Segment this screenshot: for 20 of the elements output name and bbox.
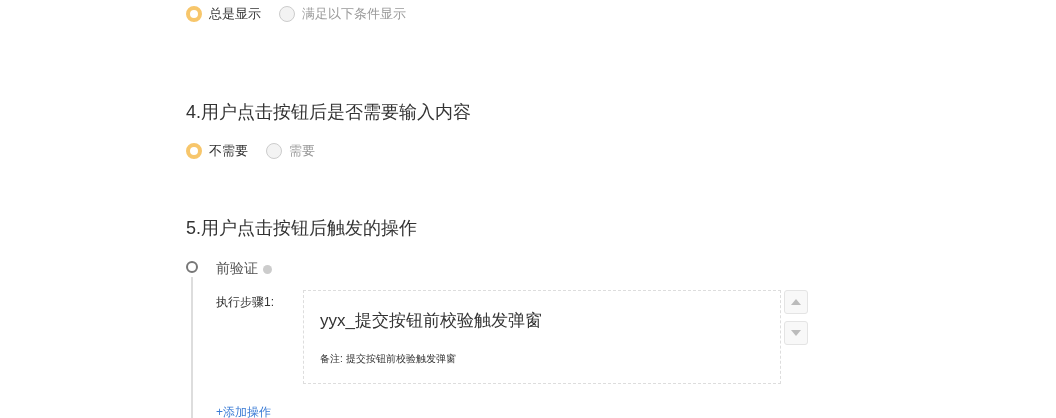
section-heading: 4.用户点击按钮后是否需要输入内容 xyxy=(186,102,471,122)
radio-icon[interactable] xyxy=(266,143,282,159)
timeline-node-icon xyxy=(186,261,198,273)
add-action-link[interactable]: +添加操作 xyxy=(216,404,271,418)
help-icon[interactable] xyxy=(263,264,272,274)
radio-option[interactable]: 总是显示 xyxy=(186,5,261,23)
caret-up-icon xyxy=(791,299,801,305)
action-card[interactable]: yyx_提交按钮前校验触发弹窗 备注: 提交按钮前校验触发弹窗 xyxy=(303,290,781,384)
move-up-button[interactable] xyxy=(784,290,808,314)
action-note: 备注: 提交按钮前校验触发弹窗 xyxy=(320,352,457,366)
radio-option[interactable]: 不需要 xyxy=(186,142,248,160)
stage-title: 前验证 xyxy=(216,260,258,278)
section-heading: 5.用户点击按钮后触发的操作 xyxy=(186,218,417,238)
radio-icon[interactable] xyxy=(186,6,202,22)
action-name: yyx_提交按钮前校验触发弹窗 xyxy=(320,310,543,332)
radio-icon[interactable] xyxy=(186,143,202,159)
radio-icon[interactable] xyxy=(279,6,295,22)
move-down-button[interactable] xyxy=(784,321,808,345)
step-label: 执行步骤1: xyxy=(216,294,275,311)
caret-down-icon xyxy=(791,330,801,336)
